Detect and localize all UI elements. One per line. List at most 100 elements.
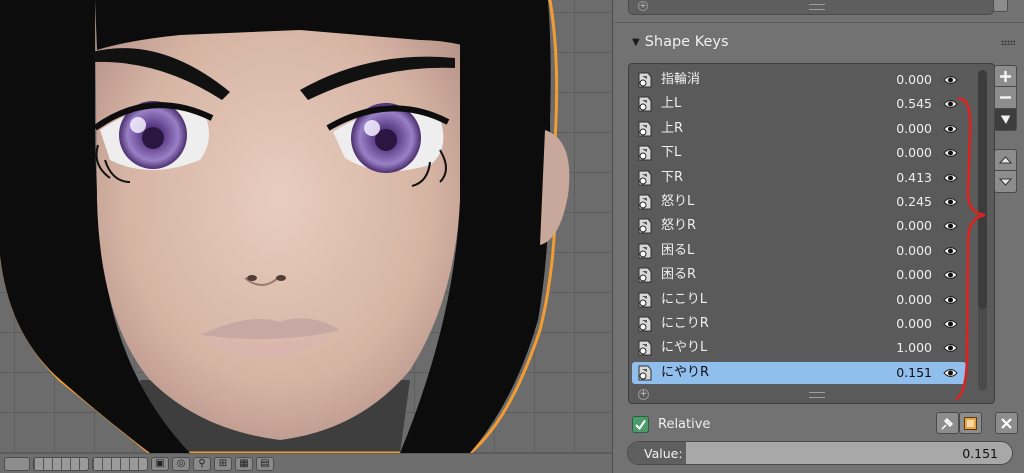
eye-icon[interactable] — [943, 171, 958, 185]
layers-grid-b[interactable] — [92, 456, 148, 471]
eye-icon[interactable] — [943, 293, 958, 307]
layer-toggle[interactable] — [4, 456, 30, 471]
shape-key-row[interactable]: にやりR 0.151 — [632, 361, 966, 384]
pivot-icon[interactable]: ◎ — [172, 456, 190, 471]
shape-key-name[interactable]: 指輪消 — [661, 72, 700, 88]
properties-panel: + ▼ Shape Keys 指輪消 0.000 上L 0.545 上R 0.000 下L 0… — [612, 0, 1024, 473]
render-icon[interactable]: ▦ — [235, 456, 253, 471]
plus-icon[interactable]: + — [638, 1, 648, 11]
shape-key-name[interactable]: 困るR — [661, 267, 696, 283]
scrollbar-thumb[interactable] — [978, 70, 987, 309]
shape-key-value[interactable]: 0.413 — [896, 170, 932, 186]
layers-grid-a[interactable] — [33, 456, 89, 471]
eye-icon[interactable] — [943, 97, 958, 111]
shape-key-value[interactable]: 0.245 — [896, 194, 932, 210]
value-slider[interactable]: Value: 0.151 — [627, 441, 1013, 465]
shape-key-icon — [638, 194, 652, 210]
shape-key-value[interactable]: 0.000 — [896, 218, 932, 234]
drag-handle-icon[interactable] — [1001, 40, 1015, 45]
shape-key-name[interactable]: にやりL — [661, 340, 707, 356]
lock-icon[interactable]: ▣ — [151, 456, 169, 471]
shape-key-row[interactable]: 上R 0.000 — [632, 118, 966, 140]
shape-key-row[interactable]: 困るR 0.000 — [632, 264, 966, 286]
shape-key-name[interactable]: 下L — [661, 145, 681, 161]
shape-key-value[interactable]: 0.000 — [896, 292, 932, 308]
shape-key-value[interactable]: 1.000 — [896, 340, 932, 356]
shape-key-name[interactable]: 困るL — [661, 243, 694, 259]
remove-shape-key-button[interactable] — [994, 87, 1017, 109]
shape-key-icon — [638, 316, 652, 332]
pin-icon — [941, 417, 954, 430]
shape-key-value[interactable]: 0.000 — [896, 267, 932, 283]
pin-button[interactable] — [936, 412, 959, 434]
3d-viewport[interactable]: ▣ ◎ ⚲ ⊞ ▦ ▤ — [0, 0, 612, 473]
shape-key-name[interactable]: にやりR — [661, 365, 709, 381]
shape-key-value[interactable]: 0.151 — [896, 365, 932, 381]
eye-icon[interactable] — [943, 122, 958, 136]
value-number: 0.151 — [962, 446, 998, 461]
close-icon — [1001, 417, 1012, 429]
eye-icon[interactable] — [943, 195, 958, 209]
shape-key-value[interactable]: 0.000 — [896, 316, 932, 332]
relative-checkbox[interactable] — [632, 415, 649, 433]
list-scrollbar[interactable] — [974, 70, 991, 391]
eye-icon[interactable] — [943, 219, 958, 233]
shape-key-row[interactable]: 怒りL 0.245 — [632, 191, 966, 213]
arrow-up-icon — [999, 156, 1012, 164]
shape-key-value[interactable]: 0.545 — [896, 96, 932, 112]
eye-icon[interactable] — [943, 244, 958, 258]
shape-key-icon — [638, 267, 652, 283]
value-label: Value: — [644, 446, 683, 461]
shape-key-row[interactable]: 怒りR 0.000 — [632, 215, 966, 237]
eye-icon[interactable] — [943, 317, 958, 331]
shape-key-name[interactable]: 上R — [661, 121, 683, 137]
shape-key-list[interactable]: 指輪消 0.000 上L 0.545 上R 0.000 下L 0.000 下R 0.413 怒りL 0… — [628, 63, 995, 404]
shape-key-icon — [638, 292, 652, 308]
shape-key-row[interactable]: 下L 0.000 — [632, 142, 966, 164]
shape-key-name[interactable]: 怒りL — [661, 194, 694, 210]
move-down-button[interactable] — [994, 171, 1017, 193]
relative-option[interactable]: Relative — [632, 414, 710, 434]
shape-key-value[interactable]: 0.000 — [896, 121, 932, 137]
shape-key-name[interactable]: 下R — [661, 170, 683, 186]
shape-key-name[interactable]: にこりL — [661, 292, 707, 308]
shape-key-icon — [638, 218, 652, 234]
shape-key-value[interactable]: 0.000 — [896, 243, 932, 259]
clear-button[interactable] — [995, 412, 1018, 434]
resize-grip-icon[interactable] — [809, 392, 825, 398]
shape-key-icon — [638, 72, 652, 88]
shape-key-row[interactable]: 困るL 0.000 — [632, 240, 966, 262]
shape-key-row[interactable]: にやりL 1.000 — [632, 337, 966, 359]
shape-keys-header[interactable]: ▼ Shape Keys — [613, 23, 1024, 61]
previous-list-scrollbar[interactable] — [993, 0, 1008, 12]
shape-key-name[interactable]: 怒りR — [661, 218, 696, 234]
eye-icon[interactable] — [943, 268, 958, 282]
move-up-button[interactable] — [994, 149, 1017, 171]
plus-icon[interactable]: + — [638, 389, 649, 400]
shape-key-value[interactable]: 0.000 — [896, 72, 932, 88]
shape-key-row[interactable]: 下R 0.413 — [632, 167, 966, 189]
shape-key-specials-button[interactable] — [994, 109, 1017, 131]
shape-key-row[interactable]: にこりL 0.000 — [632, 289, 966, 311]
shape-key-row[interactable]: 上L 0.545 — [632, 93, 966, 115]
resize-grip-icon[interactable] — [809, 4, 825, 10]
minus-icon — [1000, 96, 1011, 99]
shape-key-name[interactable]: にこりR — [661, 316, 709, 332]
eye-icon[interactable] — [943, 341, 958, 355]
shape-key-icon — [638, 365, 652, 381]
shape-key-row[interactable]: にこりR 0.000 — [632, 313, 966, 335]
shape-key-row[interactable]: 指輪消 0.000 — [632, 69, 966, 91]
triangle-down-icon[interactable]: ▼ — [632, 37, 640, 48]
eye-icon[interactable] — [943, 73, 958, 87]
eye-icon[interactable] — [943, 366, 958, 380]
edit-mode-button[interactable] — [959, 412, 982, 434]
plus-icon — [1000, 70, 1011, 82]
shape-key-value[interactable]: 0.000 — [896, 145, 932, 161]
panel-title: Shape Keys — [644, 34, 729, 50]
snap-icon[interactable]: ⚲ — [193, 456, 211, 471]
shape-key-name[interactable]: 上L — [661, 96, 681, 112]
add-shape-key-button[interactable] — [994, 65, 1017, 87]
manipulator-icon[interactable]: ⊞ — [214, 456, 232, 471]
clapper-icon[interactable]: ▤ — [256, 456, 274, 471]
eye-icon[interactable] — [943, 146, 958, 160]
